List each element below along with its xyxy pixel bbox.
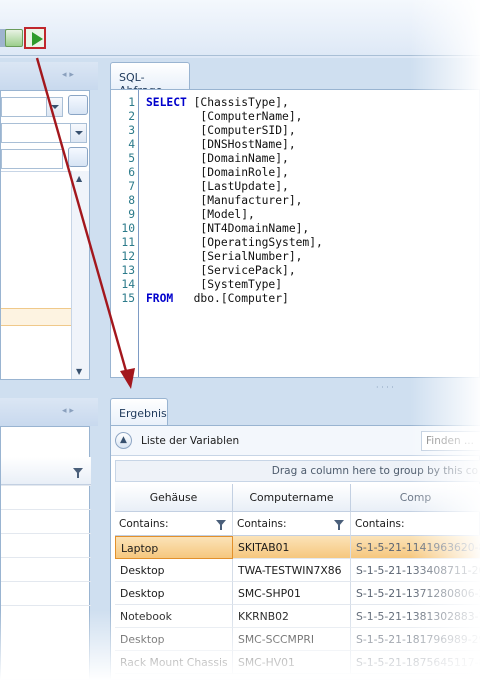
sql-text: [DNSHostName],: [146, 138, 296, 151]
toolbar-divider: [0, 55, 480, 56]
line-number: 2: [128, 110, 135, 123]
table-cell[interactable]: SMC-SCCMPRI: [233, 628, 351, 651]
table-cell[interactable]: Rack Mount Chassis: [115, 651, 233, 674]
table-filter-input[interactable]: [1, 149, 63, 169]
sql-text: [DomainRole],: [146, 166, 289, 179]
sql-keyword: FROM: [146, 292, 174, 305]
table-cell[interactable]: SMC-HV01: [233, 651, 351, 674]
run-icon: [32, 32, 43, 46]
table-cell[interactable]: SMC-SHP01: [233, 582, 351, 605]
variables-toggle-label[interactable]: Liste der Variablen: [141, 435, 239, 447]
chevron-down-icon[interactable]: [46, 98, 62, 116]
collapse-icon[interactable]: ▲: [115, 432, 132, 449]
filter-cell-computername[interactable]: Contains:: [233, 512, 351, 536]
table-cell[interactable]: S-1-5-21-181796989-29: [351, 628, 480, 651]
table-cell[interactable]: Laptop: [115, 536, 233, 559]
search-input[interactable]: [421, 431, 480, 451]
sql-text: [ChassisType],: [186, 96, 289, 109]
connection-select[interactable]: [1, 97, 63, 117]
sql-keyword: SELECT: [146, 96, 187, 109]
line-number: 8: [128, 194, 135, 207]
toolbar: [0, 0, 480, 58]
sql-text: [SystemType]: [146, 278, 283, 291]
line-number: 15: [121, 292, 135, 305]
line-number: 14: [121, 278, 135, 291]
tab-sql-query[interactable]: SQL-Abfrage: [110, 62, 190, 97]
sql-text: [LastUpdate],: [146, 180, 289, 193]
tab-result[interactable]: Ergebnis: [110, 398, 168, 426]
table-cell[interactable]: S-1-5-21-1381302883-19: [351, 605, 480, 628]
group-hint: Drag a column here to group by this co: [271, 465, 478, 477]
line-number: 10: [121, 222, 135, 235]
line-number: 5: [128, 152, 135, 165]
left-panel-header: ◂ ▸: [0, 62, 98, 90]
filter-icon[interactable]: [334, 520, 344, 530]
table-cell[interactable]: Notebook: [115, 605, 233, 628]
sql-text: [Manufacturer],: [146, 194, 303, 207]
filter-label: Contains:: [237, 518, 287, 530]
line-number: 11: [121, 236, 135, 249]
result-grid: Gehäuse Computername Comp Contains: Cont…: [115, 484, 480, 684]
line-number: 9: [128, 208, 135, 221]
sql-text: [ComputerSID],: [146, 124, 296, 137]
sql-text: dbo.[Computer]: [173, 292, 289, 305]
list-item-selected[interactable]: [1, 308, 71, 326]
left-upper-panel: ▲ ▼: [0, 90, 90, 380]
table-cell[interactable]: S-1-5-21-1371280806-24: [351, 582, 480, 605]
scroll-up-icon[interactable]: ▲: [76, 174, 82, 183]
sql-text: [OperatingSystem],: [146, 236, 323, 249]
line-number: 7: [128, 180, 135, 193]
panel-nav-icon[interactable]: ◂ ▸: [62, 406, 74, 416]
line-number: 3: [128, 124, 135, 137]
chevron-down-icon[interactable]: [70, 124, 86, 142]
filter-label: Contains:: [119, 518, 169, 530]
edit-query-icon[interactable]: [5, 29, 23, 47]
left-lower-header: ◂ ▸: [0, 398, 98, 426]
sql-text: [Model],: [146, 208, 255, 221]
variables-header: [1, 457, 91, 485]
table-cell[interactable]: Desktop: [115, 628, 233, 651]
sql-text: [NT4DomainName],: [146, 222, 310, 235]
line-number: 4: [128, 138, 135, 151]
sql-text: [ServicePack],: [146, 264, 296, 277]
refresh-icon[interactable]: [68, 95, 88, 115]
filter-cell-chassis[interactable]: Contains:: [115, 512, 233, 536]
group-by-panel[interactable]: Drag a column here to group by this co: [115, 460, 480, 482]
filter-icon[interactable]: [216, 520, 226, 530]
line-number: 13: [121, 264, 135, 277]
line-number: 1: [128, 96, 135, 109]
table-cell[interactable]: S-1-5-21-1141963620-85: [351, 536, 480, 559]
column-header-computername[interactable]: Computername: [233, 484, 351, 512]
table-cell[interactable]: S-1-5-21-1875645117-83: [351, 651, 480, 674]
variables-panel: [0, 426, 91, 680]
filter-icon[interactable]: [73, 468, 83, 478]
column-header-chassis[interactable]: Gehäuse: [115, 484, 233, 512]
table-cell[interactable]: Desktop: [115, 559, 233, 582]
variables-bar: ▲ Liste der Variablen: [111, 426, 480, 456]
table-cell[interactable]: S-1-5-21-133408711-208: [351, 559, 480, 582]
panel-nav-icon[interactable]: ◂ ▸: [62, 70, 74, 80]
filter-cell-computersid[interactable]: Contains:: [351, 512, 480, 536]
run-button[interactable]: [24, 27, 46, 49]
filter-label: Contains:: [355, 518, 405, 530]
result-panel: ▲ Liste der Variablen Drag a column here…: [110, 425, 480, 680]
search-icon[interactable]: [68, 147, 88, 167]
tab-label: Ergebnis: [119, 407, 167, 420]
scroll-down-icon[interactable]: ▼: [76, 367, 82, 376]
sql-text: [ComputerName],: [146, 110, 303, 123]
sql-editor[interactable]: 1 SELECT [ChassisType], 2 [ComputerName], 3…: [110, 89, 480, 378]
line-number: 6: [128, 166, 135, 179]
table-cell[interactable]: SKITAB01: [233, 536, 351, 559]
table-cell[interactable]: Desktop: [115, 582, 233, 605]
sql-text: [SerialNumber],: [146, 250, 303, 263]
vertical-scrollbar[interactable]: ▲ ▼: [71, 171, 89, 379]
line-number: 12: [121, 250, 135, 263]
column-header-computersid[interactable]: Comp: [351, 484, 480, 512]
table-list[interactable]: [1, 171, 71, 379]
database-select[interactable]: [1, 123, 87, 143]
sql-text: [DomainName],: [146, 152, 289, 165]
table-cell[interactable]: TWA-TESTWIN7X86: [233, 559, 351, 582]
table-cell[interactable]: KKRNB02: [233, 605, 351, 628]
splitter-grip[interactable]: · · · ·: [376, 383, 394, 392]
